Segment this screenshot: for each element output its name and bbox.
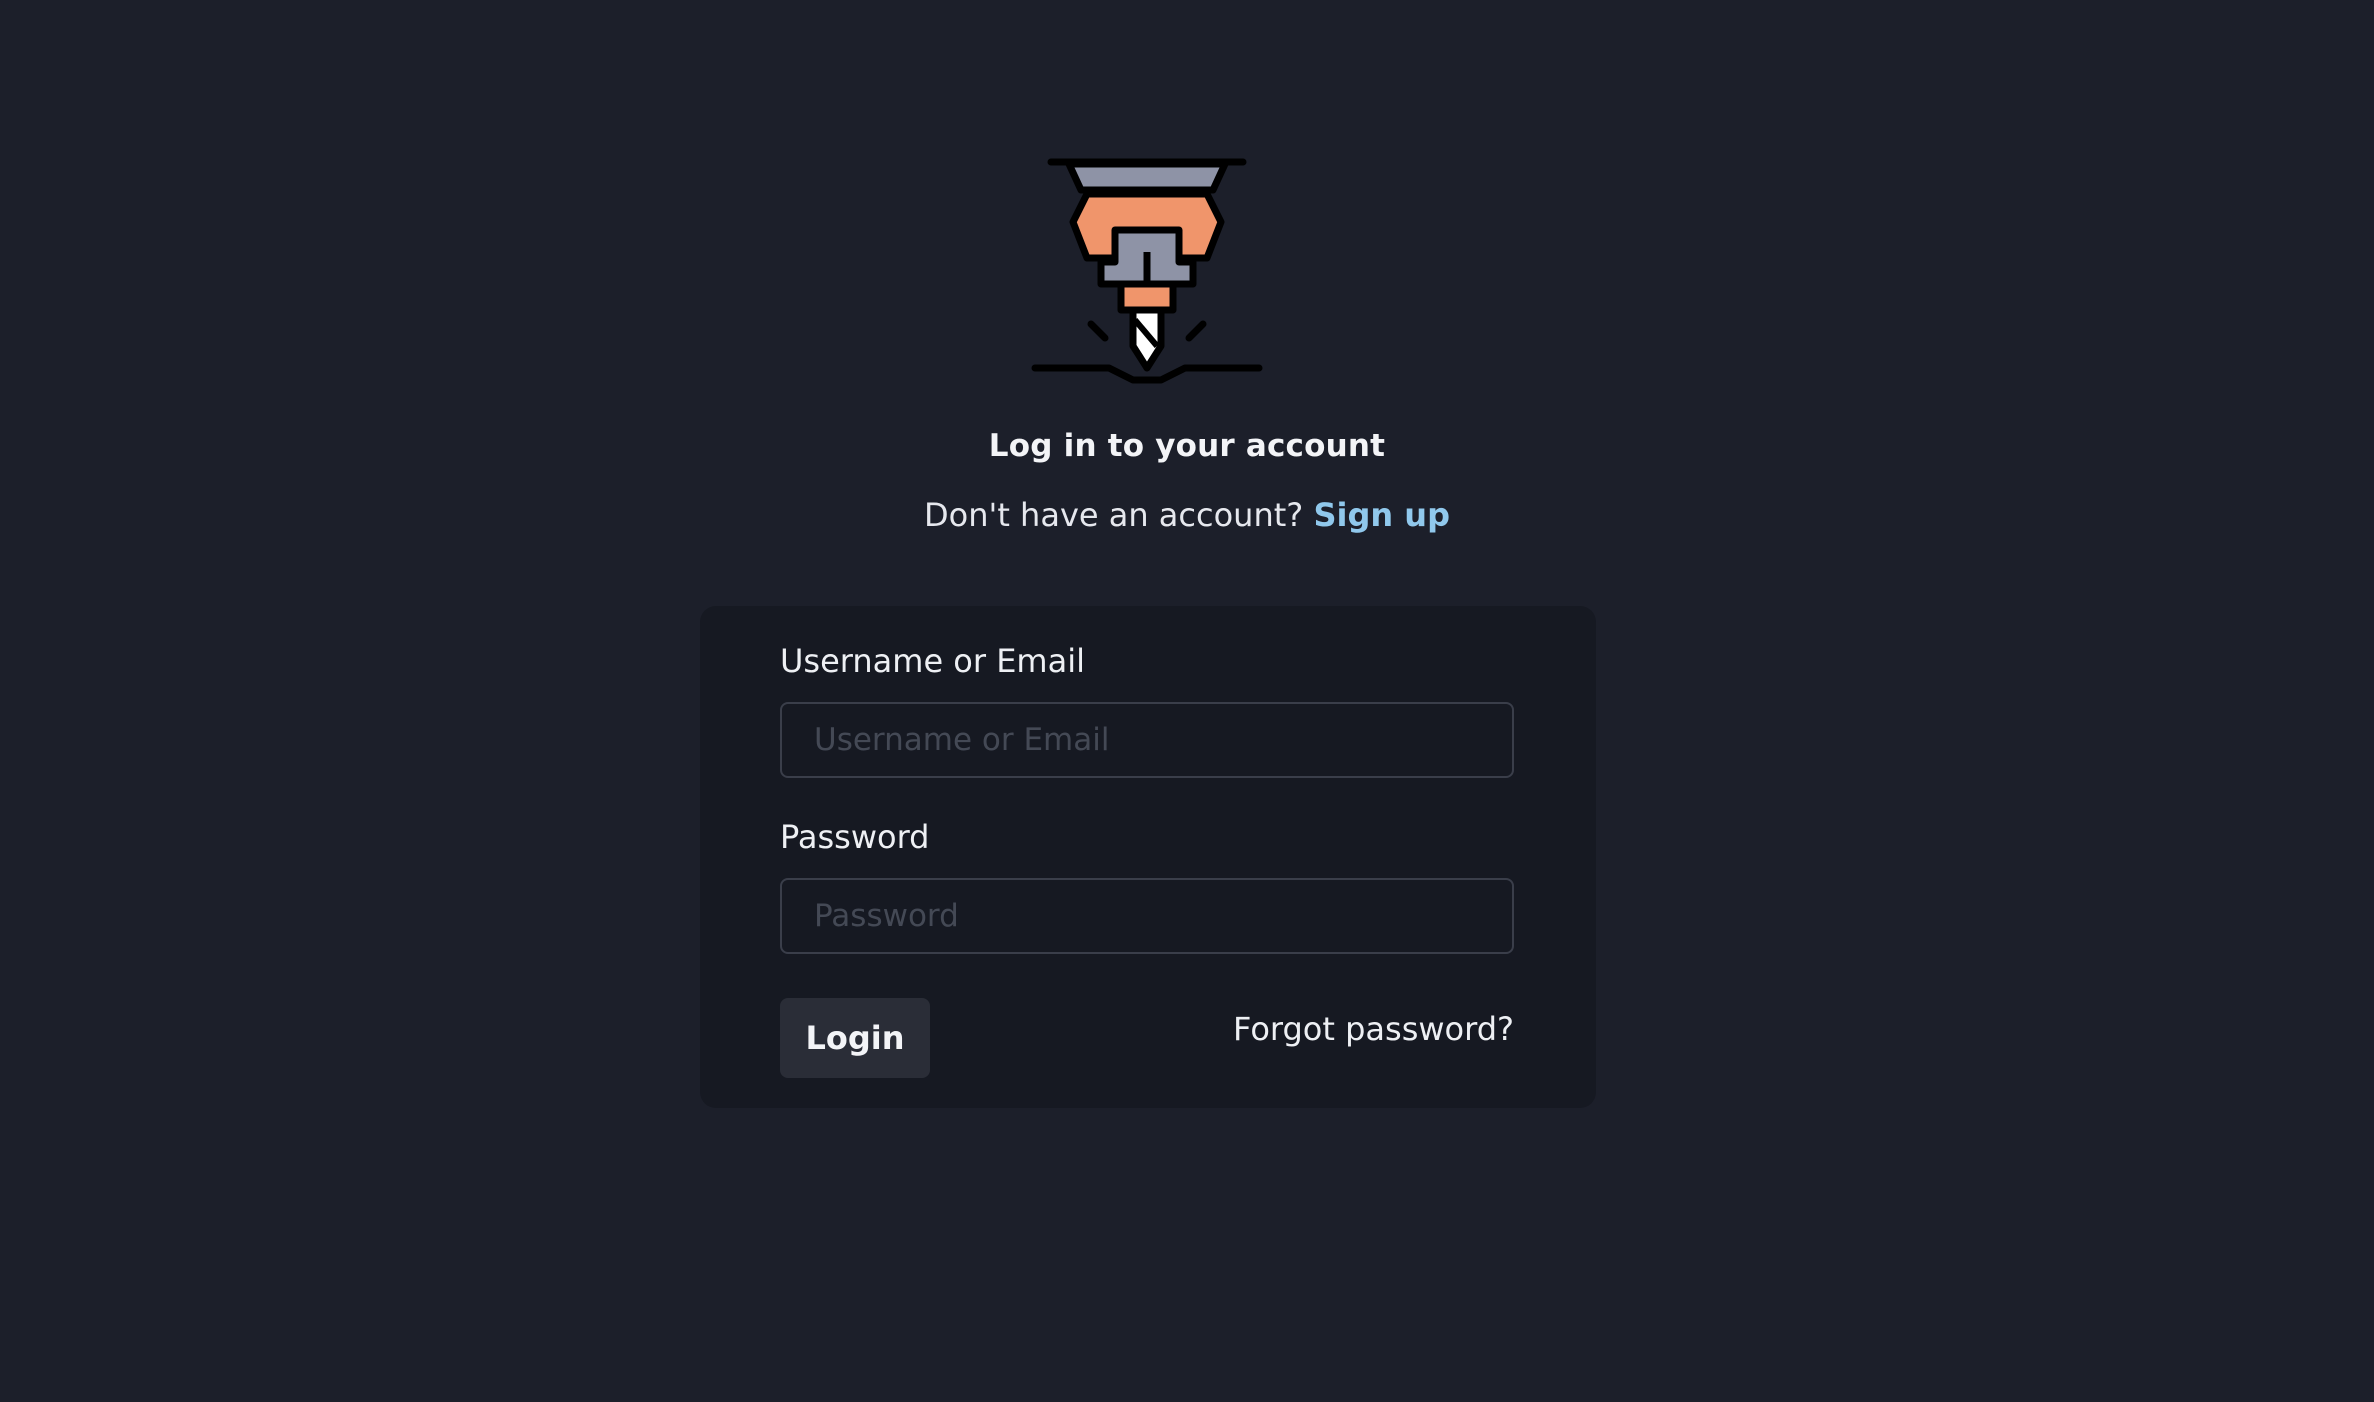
page-title: Log in to your account xyxy=(988,428,1386,464)
username-label: Username or Email xyxy=(780,642,1085,680)
login-button[interactable]: Login xyxy=(780,998,930,1078)
signup-prompt-text: Don't have an account? xyxy=(924,496,1304,534)
login-form-card: Username or Email Password Login Forgot … xyxy=(700,606,1596,1108)
signup-prompt: Don't have an account? Sign up xyxy=(0,496,2374,534)
username-input[interactable] xyxy=(780,702,1514,778)
password-input[interactable] xyxy=(780,878,1514,954)
forgot-password-link[interactable]: Forgot password? xyxy=(1233,1010,1514,1048)
jackhammer-drill-icon xyxy=(1031,158,1263,384)
password-label: Password xyxy=(780,818,930,856)
signup-link[interactable]: Sign up xyxy=(1313,496,1450,534)
login-page: Log in to your account Don't have an acc… xyxy=(0,0,2374,1402)
